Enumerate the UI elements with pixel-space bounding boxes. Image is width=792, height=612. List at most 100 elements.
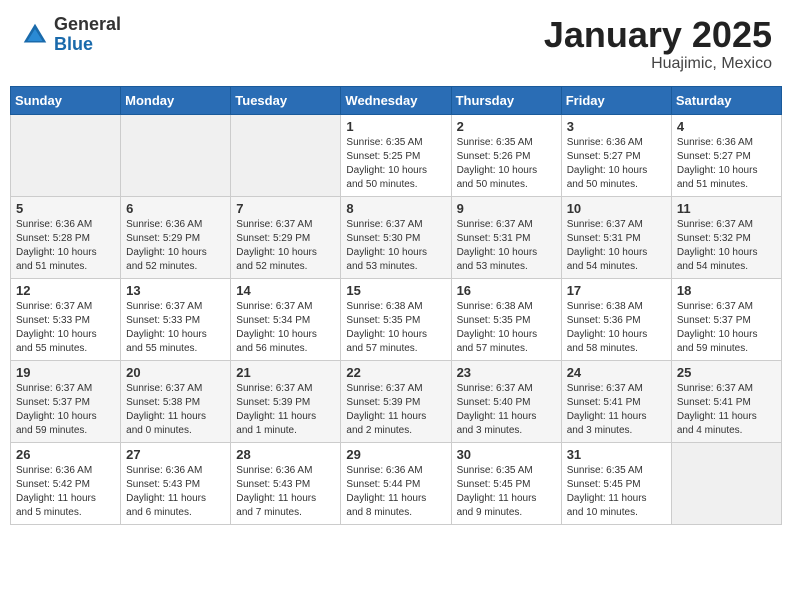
calendar-cell: 8 Sunrise: 6:37 AM Sunset: 5:30 PM Daylig… (341, 196, 451, 278)
calendar-cell: 4Sunrise: 6:36 AM Sunset: 5:27 PM Daylig… (671, 114, 781, 196)
day-number: 23 (457, 365, 556, 380)
day-header-wednesday: Wednesday (341, 86, 451, 114)
calendar-cell: 15 Sunrise: 6:38 AM Sunset: 5:35 PM Dayli… (341, 278, 451, 360)
calendar-cell (121, 114, 231, 196)
calendar-cell: 12Sunrise: 6:37 AM Sunset: 5:33 PM Dayli… (11, 278, 121, 360)
calendar-cell: 13 Sunrise: 6:37 AM Sunset: 5:33 PM Dayli… (121, 278, 231, 360)
day-info: Sunrise: 6:37 AM Sunset: 5:40 PM Dayligh… (457, 382, 556, 438)
day-number: 28 (236, 447, 335, 462)
week-row-2: 5 Sunrise: 6:36 AM Sunset: 5:28 PM Daylig… (11, 196, 782, 278)
day-info: Sunrise: 6:36 AM Sunset: 5:44 PM Dayligh… (346, 464, 445, 520)
day-info: Sunrise: 6:38 AM Sunset: 5:35 PM Dayligh… (346, 300, 445, 356)
day-header-thursday: Thursday (451, 86, 561, 114)
calendar-cell: 11 Sunrise: 6:37 AM Sunset: 5:32 PM Dayli… (671, 196, 781, 278)
calendar-cell: 26 Sunrise: 6:36 AM Sunset: 5:42 PM Dayli… (11, 442, 121, 524)
week-row-5: 26 Sunrise: 6:36 AM Sunset: 5:42 PM Dayli… (11, 442, 782, 524)
calendar-cell: 27Sunrise: 6:36 AM Sunset: 5:43 PM Dayli… (121, 442, 231, 524)
calendar-cell: 7 Sunrise: 6:37 AM Sunset: 5:29 PM Daylig… (231, 196, 341, 278)
day-info: Sunrise: 6:37 AM Sunset: 5:33 PM Dayligh… (16, 300, 115, 356)
day-info: Sunrise: 6:35 AM Sunset: 5:45 PM Dayligh… (567, 464, 666, 520)
calendar-cell: 24 Sunrise: 6:37 AM Sunset: 5:41 PM Dayli… (561, 360, 671, 442)
day-number: 5 (16, 201, 115, 216)
calendar-cell (671, 442, 781, 524)
day-number: 1 (346, 119, 445, 134)
day-header-monday: Monday (121, 86, 231, 114)
day-info: Sunrise: 6:36 AM Sunset: 5:28 PM Dayligh… (16, 218, 115, 274)
day-number: 13 (126, 283, 225, 298)
week-row-1: 1 Sunrise: 6:35 AM Sunset: 5:25 PM Daylig… (11, 114, 782, 196)
calendar-cell: 2 Sunrise: 6:35 AM Sunset: 5:26 PM Daylig… (451, 114, 561, 196)
day-info: Sunrise: 6:36 AM Sunset: 5:29 PM Dayligh… (126, 218, 225, 274)
day-number: 6 (126, 201, 225, 216)
calendar-table: SundayMondayTuesdayWednesdayThursdayFrid… (10, 86, 782, 525)
day-header-saturday: Saturday (671, 86, 781, 114)
day-number: 20 (126, 365, 225, 380)
day-info: Sunrise: 6:38 AM Sunset: 5:35 PM Dayligh… (457, 300, 556, 356)
week-row-3: 12Sunrise: 6:37 AM Sunset: 5:33 PM Dayli… (11, 278, 782, 360)
day-info: Sunrise: 6:36 AM Sunset: 5:43 PM Dayligh… (126, 464, 225, 520)
day-info: Sunrise: 6:37 AM Sunset: 5:41 PM Dayligh… (567, 382, 666, 438)
day-info: Sunrise: 6:37 AM Sunset: 5:39 PM Dayligh… (346, 382, 445, 438)
day-number: 19 (16, 365, 115, 380)
day-number: 15 (346, 283, 445, 298)
calendar-cell: 18 Sunrise: 6:37 AM Sunset: 5:37 PM Dayli… (671, 278, 781, 360)
logo-general: General (54, 15, 121, 35)
day-info: Sunrise: 6:37 AM Sunset: 5:33 PM Dayligh… (126, 300, 225, 356)
day-number: 25 (677, 365, 776, 380)
day-number: 4 (677, 119, 776, 134)
day-number: 10 (567, 201, 666, 216)
day-number: 16 (457, 283, 556, 298)
calendar-subtitle: Huajimic, Mexico (544, 55, 772, 73)
title-block: January 2025 Huajimic, Mexico (544, 15, 772, 73)
day-number: 17 (567, 283, 666, 298)
calendar-cell (231, 114, 341, 196)
day-number: 29 (346, 447, 445, 462)
day-number: 2 (457, 119, 556, 134)
day-number: 22 (346, 365, 445, 380)
calendar-cell: 16 Sunrise: 6:38 AM Sunset: 5:35 PM Dayli… (451, 278, 561, 360)
calendar-cell: 17Sunrise: 6:38 AM Sunset: 5:36 PM Dayli… (561, 278, 671, 360)
day-info: Sunrise: 6:37 AM Sunset: 5:37 PM Dayligh… (677, 300, 776, 356)
page-header: General Blue January 2025 Huajimic, Mexi… (10, 10, 782, 78)
logo-icon (20, 20, 50, 50)
day-header-friday: Friday (561, 86, 671, 114)
calendar-cell: 9 Sunrise: 6:37 AM Sunset: 5:31 PM Daylig… (451, 196, 561, 278)
logo-blue: Blue (54, 35, 121, 55)
day-info: Sunrise: 6:37 AM Sunset: 5:34 PM Dayligh… (236, 300, 335, 356)
week-row-4: 19 Sunrise: 6:37 AM Sunset: 5:37 PM Dayli… (11, 360, 782, 442)
day-number: 31 (567, 447, 666, 462)
day-info: Sunrise: 6:35 AM Sunset: 5:26 PM Dayligh… (457, 136, 556, 192)
calendar-cell: 10Sunrise: 6:37 AM Sunset: 5:31 PM Dayli… (561, 196, 671, 278)
logo-text: General Blue (54, 15, 121, 55)
day-header-tuesday: Tuesday (231, 86, 341, 114)
day-info: Sunrise: 6:37 AM Sunset: 5:29 PM Dayligh… (236, 218, 335, 274)
day-number: 9 (457, 201, 556, 216)
calendar-cell: 6 Sunrise: 6:36 AM Sunset: 5:29 PM Daylig… (121, 196, 231, 278)
day-info: Sunrise: 6:36 AM Sunset: 5:43 PM Dayligh… (236, 464, 335, 520)
calendar-cell: 30Sunrise: 6:35 AM Sunset: 5:45 PM Dayli… (451, 442, 561, 524)
calendar-cell: 19 Sunrise: 6:37 AM Sunset: 5:37 PM Dayli… (11, 360, 121, 442)
day-info: Sunrise: 6:37 AM Sunset: 5:30 PM Dayligh… (346, 218, 445, 274)
day-number: 3 (567, 119, 666, 134)
day-info: Sunrise: 6:36 AM Sunset: 5:42 PM Dayligh… (16, 464, 115, 520)
day-info: Sunrise: 6:35 AM Sunset: 5:25 PM Dayligh… (346, 136, 445, 192)
day-number: 30 (457, 447, 556, 462)
day-info: Sunrise: 6:37 AM Sunset: 5:41 PM Dayligh… (677, 382, 776, 438)
calendar-cell: 5 Sunrise: 6:36 AM Sunset: 5:28 PM Daylig… (11, 196, 121, 278)
day-number: 18 (677, 283, 776, 298)
logo: General Blue (20, 15, 121, 55)
calendar-cell: 20Sunrise: 6:37 AM Sunset: 5:38 PM Dayli… (121, 360, 231, 442)
days-header-row: SundayMondayTuesdayWednesdayThursdayFrid… (11, 86, 782, 114)
day-header-sunday: Sunday (11, 86, 121, 114)
day-info: Sunrise: 6:37 AM Sunset: 5:32 PM Dayligh… (677, 218, 776, 274)
day-info: Sunrise: 6:37 AM Sunset: 5:31 PM Dayligh… (457, 218, 556, 274)
day-number: 7 (236, 201, 335, 216)
day-number: 26 (16, 447, 115, 462)
day-number: 24 (567, 365, 666, 380)
day-info: Sunrise: 6:37 AM Sunset: 5:37 PM Dayligh… (16, 382, 115, 438)
calendar-cell (11, 114, 121, 196)
day-number: 8 (346, 201, 445, 216)
calendar-cell: 29 Sunrise: 6:36 AM Sunset: 5:44 PM Dayli… (341, 442, 451, 524)
day-number: 11 (677, 201, 776, 216)
calendar-title: January 2025 (544, 15, 772, 55)
